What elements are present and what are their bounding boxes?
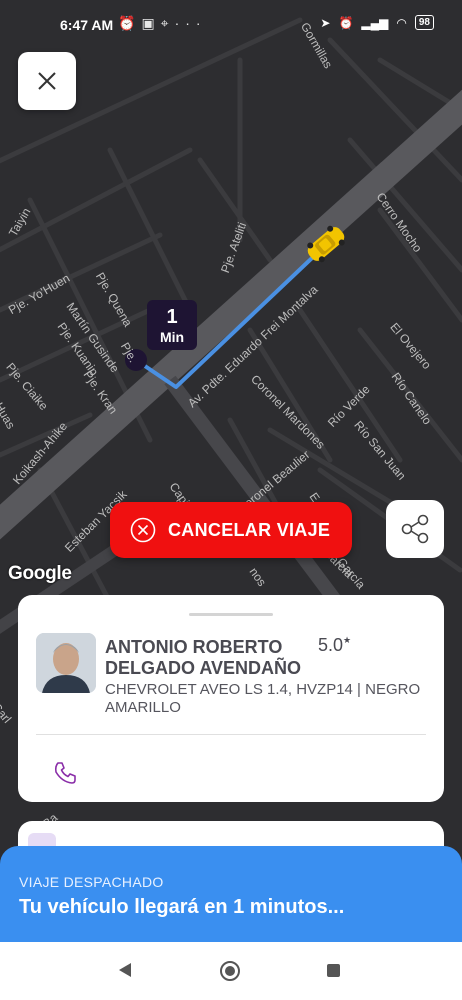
trip-status: VIAJE DESPACHADO	[19, 874, 164, 890]
recents-icon[interactable]	[327, 964, 340, 977]
share-icon	[401, 514, 429, 544]
eta-unit: Min	[159, 329, 185, 345]
cancel-trip-button[interactable]: CANCELAR VIAJE	[110, 502, 352, 558]
status-bar: 6:47 AM ⏰▣⌖··· ➤ ⏰ ▂▄▆ ◠ 98	[0, 0, 462, 52]
teams-icon: ▣	[141, 15, 161, 31]
alarm-icon: ⏰	[338, 15, 354, 30]
eta-value: 1	[166, 306, 178, 328]
system-nav-bar	[0, 942, 462, 1000]
driver-rating: 5.0★	[318, 635, 351, 656]
alarm-icon: ⏰	[118, 15, 142, 31]
close-icon	[38, 72, 56, 90]
sheet-grabber[interactable]	[189, 613, 273, 616]
location-pin-icon: ⌖	[160, 15, 175, 31]
cancel-trip-label: CANCELAR VIAJE	[168, 519, 331, 540]
battery-icon: 98	[414, 15, 434, 30]
more-icon: ···	[174, 15, 207, 31]
navigation-icon: ➤	[320, 15, 331, 30]
status-notification-icons: ⏰▣⌖···	[118, 15, 207, 32]
rating-value: 5.0	[318, 635, 344, 655]
card-divider	[36, 734, 426, 735]
star-icon: ★	[343, 635, 352, 645]
signal-icon: ▂▄▆	[361, 15, 389, 30]
driver-card: ANTONIO ROBERTO DELGADO AVENDAÑO 5.0★ CH…	[18, 595, 444, 802]
share-button[interactable]	[386, 500, 444, 558]
home-icon[interactable]	[220, 961, 240, 981]
trip-eta-message: Tu vehículo llegará en 1 minutos...	[19, 896, 345, 918]
google-logo: Google	[8, 563, 72, 584]
trip-status-banner: VIAJE DESPACHADO Tu vehículo llegará en …	[0, 846, 462, 942]
wifi-icon: ◠	[396, 15, 407, 30]
status-system-icons: ➤ ⏰ ▂▄▆ ◠ 98	[320, 15, 434, 30]
close-circle-icon	[130, 517, 156, 543]
phone-icon[interactable]	[52, 760, 78, 786]
driver-avatar	[36, 633, 96, 693]
eta-marker: 1 Min	[147, 300, 197, 350]
status-time: 6:47 AM	[60, 17, 114, 33]
battery-level: 98	[418, 17, 430, 28]
driver-name: ANTONIO ROBERTO DELGADO AVENDAÑO	[105, 637, 302, 678]
back-icon[interactable]	[119, 963, 131, 977]
close-button[interactable]	[18, 52, 76, 110]
vehicle-info: CHEVROLET AVEO LS 1.4, HVZP14 | NEGRO AM…	[105, 681, 421, 716]
